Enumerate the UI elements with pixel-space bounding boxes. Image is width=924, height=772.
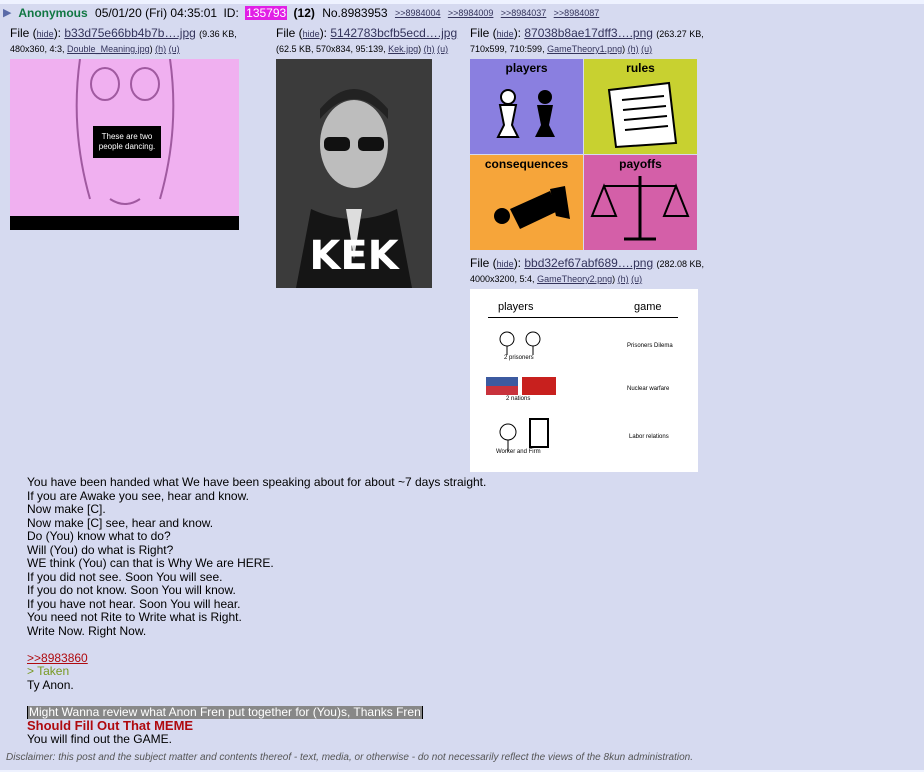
hide-file-link[interactable]: hide	[37, 29, 54, 39]
post-number[interactable]: No.8983953	[322, 6, 387, 20]
file-3-info: File (hide): 87038b8ae17dff3….png (263.2…	[470, 26, 704, 54]
rules-quadrant: rules	[584, 59, 697, 154]
file-1-thumbnail[interactable]: These are two people dancing.	[10, 59, 239, 230]
hash-search-link[interactable]: (h)	[628, 44, 639, 54]
hash-search-link[interactable]: (h)	[618, 274, 629, 284]
hash-search-link[interactable]: (h)	[155, 44, 166, 54]
body-line: You have been handed what We have been s…	[27, 475, 487, 489]
hide-file-link[interactable]: hide	[303, 29, 320, 39]
body-line: Now make [C].	[27, 502, 106, 516]
poster-name: Anonymous	[18, 5, 88, 20]
body-line: Will (You) do what is Right?	[27, 542, 174, 557]
fallen-pawn-icon	[494, 186, 570, 229]
row-3-right: Labor relations	[629, 434, 669, 440]
post-body: You have been handed what We have been s…	[27, 475, 907, 746]
greentext-line: > Taken	[27, 664, 70, 678]
file-sep: ):	[53, 26, 65, 40]
file-sep: ):	[513, 256, 525, 270]
unique-link[interactable]: (u)	[437, 44, 448, 54]
spoiler-text[interactable]: Might Wanna review what Anon Fren put to…	[27, 705, 423, 719]
hash-search-link[interactable]: (h)	[424, 44, 435, 54]
body-line: If you are Awake you see, hear and know.	[27, 488, 249, 503]
body-line: You will find out the GAME.	[27, 731, 172, 746]
body-line: WE think (You) can that is Why We are HE…	[27, 556, 274, 570]
file-label: File (	[470, 256, 497, 270]
heading-text: Should Fill Out That MEME	[27, 718, 194, 733]
file-size: (282.08 KB,	[656, 259, 705, 269]
row-2-right: Nuclear warfare	[627, 386, 670, 392]
post-datetime: 05/01/20 (Fri) 04:35:01	[95, 5, 218, 20]
row-1-left: 2 prisoners	[504, 355, 534, 361]
file-label: File (	[276, 26, 303, 40]
body-line: Do (You) know what to do?	[27, 529, 171, 543]
unique-link[interactable]: (u)	[169, 44, 180, 54]
body-line: You need not Rite to Write what is Right…	[27, 610, 242, 624]
poster-id[interactable]: 135793	[245, 5, 288, 20]
body-line: Ty Anon.	[27, 677, 74, 692]
body-line: If you did not see. Soon You will see.	[27, 569, 223, 584]
row-3-left: Worker and Firm	[496, 449, 541, 455]
file-2-thumbnail[interactable]: KEK	[276, 59, 432, 288]
body-line: Now make [C] see, hear and know.	[27, 515, 214, 530]
file-size: (263.27 KB,	[656, 29, 704, 39]
thumb-caption: These are two people dancing.	[93, 126, 161, 158]
body-line: If you have not hear. Soon You will hear…	[27, 596, 241, 611]
scales-icon	[590, 176, 690, 241]
file-sep: ):	[319, 26, 331, 40]
file-label: File (	[470, 26, 497, 40]
kek-caption: KEK	[309, 233, 399, 279]
file-link[interactable]: b33d75e66bb4b7b….jpg	[64, 26, 195, 40]
unique-link[interactable]: (u)	[631, 274, 642, 284]
file-link[interactable]: 87038b8ae17dff3….png	[524, 26, 653, 40]
file-link[interactable]: bbd32ef67abf689….png	[524, 256, 653, 270]
file-4-thumbnail[interactable]: players game 2 prisoners Prisoners Dilem…	[470, 289, 698, 472]
backlink[interactable]: >>8984037	[501, 8, 547, 18]
disclaimer: Disclaimer: this post and the subject ma…	[6, 752, 693, 763]
consequences-label: consequences	[484, 157, 569, 171]
original-filename-link[interactable]: Double_Meaning.jpg	[67, 44, 150, 54]
id-label: ID:	[223, 5, 239, 20]
file-dimensions: 4000x3200, 5:4,	[470, 274, 538, 284]
payoffs-quadrant: payoffs	[584, 155, 697, 250]
body-line: If you do not know. Soon You will know.	[27, 583, 236, 597]
rules-label: rules	[626, 61, 655, 75]
id-post-count: (12)	[293, 5, 315, 20]
row-1-right: Prisoners Dilema	[627, 343, 673, 349]
consequences-quadrant: consequences	[470, 155, 583, 250]
players-quadrant: players	[470, 59, 583, 154]
row-2-left: 2 nations	[506, 396, 531, 402]
backlink[interactable]: >>8984004	[395, 8, 441, 18]
original-filename-link[interactable]: GameTheory1.png	[547, 44, 622, 54]
file-dimensions: 480x360, 4:3,	[10, 44, 68, 54]
hide-file-link[interactable]: hide	[497, 29, 514, 39]
backlink[interactable]: >>8984087	[554, 8, 600, 18]
post-intro: ▶ Anonymous 05/01/20 (Fri) 04:35:01 ID: …	[3, 5, 603, 21]
post-menu-arrow-icon[interactable]: ▶	[3, 6, 15, 19]
file-link[interactable]: 5142783bcfb5ecd….jpg	[330, 26, 457, 40]
chess-pawns-icon	[496, 89, 555, 138]
backlink[interactable]: >>8984009	[448, 8, 494, 18]
original-filename-link[interactable]: Kek.jpg	[388, 44, 418, 54]
file-sep: ):	[513, 26, 525, 40]
unique-link[interactable]: (u)	[641, 44, 652, 54]
document-icon	[607, 81, 678, 149]
file-size: (9.36 KB,	[199, 29, 237, 39]
body-line: Write Now. Right Now.	[27, 623, 147, 638]
file-dimensions: 710x599, 710:599,	[470, 44, 548, 54]
hide-file-link[interactable]: hide	[497, 259, 514, 269]
original-filename-link[interactable]: GameTheory2.png	[537, 274, 612, 284]
quote-link[interactable]: >>8983860	[27, 651, 88, 665]
game-theory-table-image	[486, 331, 556, 451]
file-3-thumbnail[interactable]: players rules consequences payoffs	[470, 59, 697, 250]
file-2-info: File (hide): 5142783bcfb5ecd….jpg (62.5 …	[276, 26, 458, 54]
players-label: players	[505, 61, 548, 75]
file-4-info: File (hide): bbd32ef67abf689….png (282.0…	[470, 256, 705, 284]
payoffs-label: payoffs	[619, 157, 662, 171]
file-label: File (	[10, 26, 37, 40]
file-dimensions: (62.5 KB, 570x834, 95:139,	[276, 44, 389, 54]
file-1-info: File (hide): b33d75e66bb4b7b….jpg (9.36 …	[10, 26, 237, 54]
